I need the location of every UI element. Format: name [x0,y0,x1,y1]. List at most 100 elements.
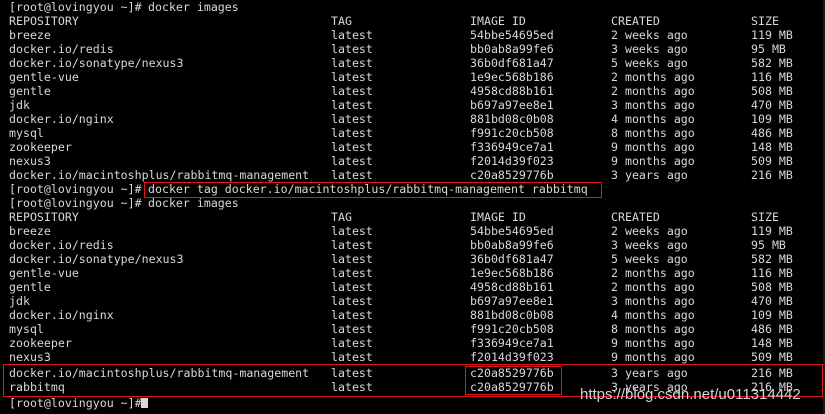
table-row: docker.io/redis latest bb0ab8a99fe6 3 we… [0,42,786,56]
cell-created: 3 weeks ago [611,238,688,252]
table-row: breeze latest 54bbe54695ed 2 weeks ago 1… [0,224,793,238]
cell-image-id: f336949ce7a1 [470,336,554,350]
cell-created: 8 months ago [611,126,695,140]
table-row: gentle latest 4958cd88b161 2 months ago … [0,84,793,98]
cell-image-id: f2014d39f023 [470,350,554,364]
cell-tag: latest [331,28,373,42]
cell-size: 95 MB [751,238,786,252]
cell-repository: gentle-vue [9,266,79,280]
cell-tag: latest [331,336,373,350]
cell-size: 470 MB [751,98,793,112]
header-repository: REPOSITORY [9,210,79,224]
cell-tag: latest [331,98,373,112]
cell-repository: gentle-vue [9,70,79,84]
cell-image-id: c20a8529776b [470,168,554,182]
table-row: gentle latest 4958cd88b161 2 months ago … [0,280,793,294]
table-row: nexus3 latest f2014d39f023 9 months ago … [0,350,793,364]
table-row: jdk latest b697a97ee8e1 3 months ago 470… [0,294,793,308]
table-row: docker.io/sonatype/nexus3 latest 36b0df6… [0,56,793,70]
shell-prompt: [root@lovingyou ~]# [9,182,142,196]
cell-repository: docker.io/sonatype/nexus3 [9,252,184,266]
cell-tag: latest [331,42,373,56]
cell-created: 3 years ago [611,168,688,182]
table-row: docker.io/macintoshplus/rabbitmq-managem… [0,168,793,182]
cell-image-id: bb0ab8a99fe6 [470,42,554,56]
cell-size: 486 MB [751,126,793,140]
cell-size: 119 MB [751,28,793,42]
cell-tag: latest [331,322,373,336]
cell-size: 95 MB [751,42,786,56]
cell-repository: jdk [9,294,30,308]
command-text: docker images [148,196,239,210]
command-line: [root@lovingyou ~]# [0,396,148,410]
cell-size: 148 MB [751,336,793,350]
cell-repository: breeze [9,28,51,42]
table-row: zookeeper latest f336949ce7a1 9 months a… [0,336,793,350]
image-id-highlight [465,366,562,395]
cell-repository: docker.io/redis [9,42,114,56]
header-created: CREATED [611,14,660,28]
table-row: mysql latest f991c20cb508 8 months ago 4… [0,322,793,336]
cell-size: 486 MB [751,322,793,336]
table-row: gentle-vue latest 1e9ec568b186 2 months … [0,70,793,84]
cell-created: 2 weeks ago [611,28,688,42]
cell-tag: latest [331,168,373,182]
shell-prompt: [root@lovingyou ~]# [9,196,142,210]
cell-tag: latest [331,294,373,308]
table-row: docker.io/redis latest bb0ab8a99fe6 3 we… [0,238,786,252]
cell-size: 508 MB [751,280,793,294]
cell-tag: latest [331,126,373,140]
cell-repository: docker.io/sonatype/nexus3 [9,56,184,70]
cell-size: 582 MB [751,252,793,266]
cell-size: 216 MB [751,168,793,182]
cell-created: 9 months ago [611,140,695,154]
cell-created: 4 months ago [611,112,695,126]
table-header: REPOSITORY TAG IMAGE ID CREATED SIZE [0,210,779,224]
cell-tag: latest [331,140,373,154]
cell-tag: latest [331,112,373,126]
header-repository: REPOSITORY [9,14,79,28]
header-image-id: IMAGE ID [470,14,526,28]
cell-tag: latest [331,224,373,238]
cell-tag: latest [331,308,373,322]
cell-repository: gentle [9,84,51,98]
cell-created: 3 weeks ago [611,42,688,56]
cell-image-id: f336949ce7a1 [470,140,554,154]
cell-created: 2 months ago [611,70,695,84]
cell-created: 5 weeks ago [611,252,688,266]
header-size: SIZE [751,210,779,224]
cell-image-id: 36b0df681a47 [470,252,554,266]
table-row: docker.io/nginx latest 881bd08c0b08 4 mo… [0,308,793,322]
cell-created: 5 weeks ago [611,56,688,70]
cell-image-id: 881bd08c0b08 [470,308,554,322]
cell-size: 109 MB [751,308,793,322]
cell-created: 9 months ago [611,154,695,168]
cell-size: 109 MB [751,112,793,126]
cell-size: 508 MB [751,84,793,98]
cell-size: 148 MB [751,140,793,154]
cell-created: 9 months ago [611,350,695,364]
cell-size: 509 MB [751,350,793,364]
cell-tag: latest [331,238,373,252]
cell-tag: latest [331,280,373,294]
cell-tag: latest [331,56,373,70]
watermark: https://blog.csdn.net/u011314442 [580,386,801,403]
cell-repository: docker.io/nginx [9,112,114,126]
cell-tag: latest [331,70,373,84]
cell-repository: mysql [9,322,44,336]
cell-image-id: 881bd08c0b08 [470,112,554,126]
header-size: SIZE [751,14,779,28]
cell-image-id: bb0ab8a99fe6 [470,238,554,252]
command-line: [root@lovingyou ~]# docker images [0,0,239,14]
table-row: nexus3 latest f2014d39f023 9 months ago … [0,154,793,168]
cell-created: 2 months ago [611,266,695,280]
header-created: CREATED [611,210,660,224]
cell-repository: jdk [9,98,30,112]
terminal-window[interactable]: [root@lovingyou ~]# docker images REPOSI… [0,0,825,414]
cell-repository: mysql [9,126,44,140]
cell-tag: latest [331,84,373,98]
cursor [141,398,148,408]
cell-repository: breeze [9,224,51,238]
cell-repository: zookeeper [9,336,72,350]
cell-repository: docker.io/macintoshplus/rabbitmq-managem… [9,168,310,182]
